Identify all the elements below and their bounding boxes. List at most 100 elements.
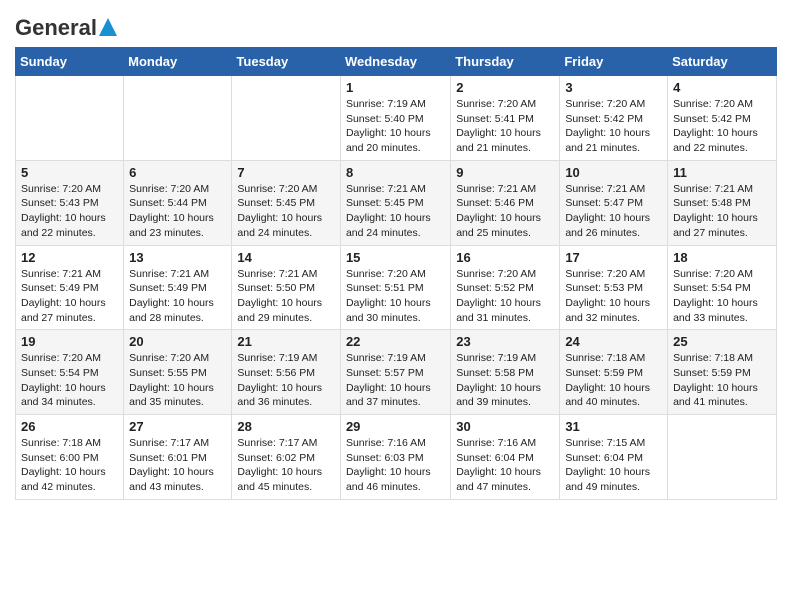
calendar-cell: 9 Sunrise: 7:21 AM Sunset: 5:46 PM Daylig… [451,160,560,245]
day-info: Sunrise: 7:18 AM Sunset: 5:59 PM Dayligh… [673,351,771,410]
calendar-cell: 21 Sunrise: 7:19 AM Sunset: 5:56 PM Dayli… [232,330,341,415]
calendar-cell: 22 Sunrise: 7:19 AM Sunset: 5:57 PM Dayli… [340,330,450,415]
day-number: 17 [565,250,662,265]
logo-general: General [15,15,97,41]
calendar-cell: 10 Sunrise: 7:21 AM Sunset: 5:47 PM Dayli… [560,160,668,245]
calendar-cell [232,76,341,161]
calendar-cell: 5 Sunrise: 7:20 AM Sunset: 5:43 PM Daylig… [16,160,124,245]
calendar-cell: 26 Sunrise: 7:18 AM Sunset: 6:00 PM Dayli… [16,415,124,500]
column-header-monday: Monday [124,48,232,76]
day-number: 7 [237,165,335,180]
calendar-cell: 4 Sunrise: 7:20 AM Sunset: 5:42 PM Daylig… [668,76,777,161]
calendar-cell: 30Sunrise: 7:16 AM Sunset: 6:04 PM Dayli… [451,415,560,500]
day-number: 22 [346,334,445,349]
calendar-week-3: 12 Sunrise: 7:21 AM Sunset: 5:49 PM Dayli… [16,245,777,330]
day-number: 27 [129,419,226,434]
day-info: Sunrise: 7:20 AM Sunset: 5:45 PM Dayligh… [237,182,335,241]
day-info: Sunrise: 7:21 AM Sunset: 5:49 PM Dayligh… [129,267,226,326]
day-info: Sunrise: 7:20 AM Sunset: 5:42 PM Dayligh… [565,97,662,156]
day-info: Sunrise: 7:20 AM Sunset: 5:54 PM Dayligh… [673,267,771,326]
calendar-cell: 15Sunrise: 7:20 AM Sunset: 5:51 PM Dayli… [340,245,450,330]
day-info: Sunrise: 7:19 AM Sunset: 5:58 PM Dayligh… [456,351,554,410]
calendar-cell: 13 Sunrise: 7:21 AM Sunset: 5:49 PM Dayli… [124,245,232,330]
calendar-cell: 19 Sunrise: 7:20 AM Sunset: 5:54 PM Dayli… [16,330,124,415]
calendar-cell [124,76,232,161]
day-number: 31 [565,419,662,434]
day-number: 23 [456,334,554,349]
day-info: Sunrise: 7:17 AM Sunset: 6:02 PM Dayligh… [237,436,335,495]
day-number: 24 [565,334,662,349]
calendar-cell: 27 Sunrise: 7:17 AM Sunset: 6:01 PM Dayli… [124,415,232,500]
day-info: Sunrise: 7:21 AM Sunset: 5:48 PM Dayligh… [673,182,771,241]
logo: General [15,15,117,37]
logo-triangle-icon [99,18,117,41]
calendar-cell: 23 Sunrise: 7:19 AM Sunset: 5:58 PM Dayli… [451,330,560,415]
day-info: Sunrise: 7:21 AM Sunset: 5:50 PM Dayligh… [237,267,335,326]
day-number: 14 [237,250,335,265]
calendar-cell: 29Sunrise: 7:16 AM Sunset: 6:03 PM Dayli… [340,415,450,500]
calendar-cell [16,76,124,161]
day-number: 18 [673,250,771,265]
day-info: Sunrise: 7:21 AM Sunset: 5:45 PM Dayligh… [346,182,445,241]
calendar-cell: 20Sunrise: 7:20 AM Sunset: 5:55 PM Dayli… [124,330,232,415]
calendar-cell: 11 Sunrise: 7:21 AM Sunset: 5:48 PM Dayli… [668,160,777,245]
calendar-cell: 25 Sunrise: 7:18 AM Sunset: 5:59 PM Dayli… [668,330,777,415]
calendar-cell: 12 Sunrise: 7:21 AM Sunset: 5:49 PM Dayli… [16,245,124,330]
day-info: Sunrise: 7:21 AM Sunset: 5:46 PM Dayligh… [456,182,554,241]
day-info: Sunrise: 7:19 AM Sunset: 5:56 PM Dayligh… [237,351,335,410]
calendar-cell: 1 Sunrise: 7:19 AM Sunset: 5:40 PM Daylig… [340,76,450,161]
day-info: Sunrise: 7:17 AM Sunset: 6:01 PM Dayligh… [129,436,226,495]
calendar-cell: 31 Sunrise: 7:15 AM Sunset: 6:04 PM Dayli… [560,415,668,500]
calendar-cell: 8 Sunrise: 7:21 AM Sunset: 5:45 PM Daylig… [340,160,450,245]
day-info: Sunrise: 7:20 AM Sunset: 5:44 PM Dayligh… [129,182,226,241]
day-info: Sunrise: 7:20 AM Sunset: 5:42 PM Dayligh… [673,97,771,156]
day-number: 28 [237,419,335,434]
day-info: Sunrise: 7:20 AM Sunset: 5:53 PM Dayligh… [565,267,662,326]
day-number: 11 [673,165,771,180]
day-info: Sunrise: 7:15 AM Sunset: 6:04 PM Dayligh… [565,436,662,495]
column-header-tuesday: Tuesday [232,48,341,76]
day-number: 12 [21,250,118,265]
day-number: 10 [565,165,662,180]
column-header-saturday: Saturday [668,48,777,76]
day-info: Sunrise: 7:19 AM Sunset: 5:57 PM Dayligh… [346,351,445,410]
calendar-cell: 7 Sunrise: 7:20 AM Sunset: 5:45 PM Daylig… [232,160,341,245]
day-number: 13 [129,250,226,265]
day-number: 25 [673,334,771,349]
day-info: Sunrise: 7:18 AM Sunset: 5:59 PM Dayligh… [565,351,662,410]
day-number: 15 [346,250,445,265]
calendar-cell: 16Sunrise: 7:20 AM Sunset: 5:52 PM Dayli… [451,245,560,330]
day-number: 19 [21,334,118,349]
day-number: 8 [346,165,445,180]
day-info: Sunrise: 7:21 AM Sunset: 5:47 PM Dayligh… [565,182,662,241]
column-header-wednesday: Wednesday [340,48,450,76]
calendar-cell: 3Sunrise: 7:20 AM Sunset: 5:42 PM Daylig… [560,76,668,161]
day-number: 9 [456,165,554,180]
day-info: Sunrise: 7:18 AM Sunset: 6:00 PM Dayligh… [21,436,118,495]
calendar-week-1: 1 Sunrise: 7:19 AM Sunset: 5:40 PM Daylig… [16,76,777,161]
calendar-week-5: 26 Sunrise: 7:18 AM Sunset: 6:00 PM Dayli… [16,415,777,500]
day-number: 26 [21,419,118,434]
day-number: 20 [129,334,226,349]
calendar-table: SundayMondayTuesdayWednesdayThursdayFrid… [15,47,777,500]
calendar-cell: 2Sunrise: 7:20 AM Sunset: 5:41 PM Daylig… [451,76,560,161]
day-number: 1 [346,80,445,95]
calendar-week-4: 19 Sunrise: 7:20 AM Sunset: 5:54 PM Dayli… [16,330,777,415]
calendar-week-2: 5 Sunrise: 7:20 AM Sunset: 5:43 PM Daylig… [16,160,777,245]
day-info: Sunrise: 7:21 AM Sunset: 5:49 PM Dayligh… [21,267,118,326]
calendar-cell: 17 Sunrise: 7:20 AM Sunset: 5:53 PM Dayli… [560,245,668,330]
calendar-cell: 24 Sunrise: 7:18 AM Sunset: 5:59 PM Dayli… [560,330,668,415]
day-number: 5 [21,165,118,180]
day-number: 21 [237,334,335,349]
calendar-cell: 6 Sunrise: 7:20 AM Sunset: 5:44 PM Daylig… [124,160,232,245]
column-header-friday: Friday [560,48,668,76]
page-header: General [15,15,777,37]
day-number: 6 [129,165,226,180]
column-header-thursday: Thursday [451,48,560,76]
day-number: 4 [673,80,771,95]
column-header-sunday: Sunday [16,48,124,76]
day-info: Sunrise: 7:20 AM Sunset: 5:54 PM Dayligh… [21,351,118,410]
day-info: Sunrise: 7:19 AM Sunset: 5:40 PM Dayligh… [346,97,445,156]
day-number: 2 [456,80,554,95]
day-info: Sunrise: 7:20 AM Sunset: 5:43 PM Dayligh… [21,182,118,241]
